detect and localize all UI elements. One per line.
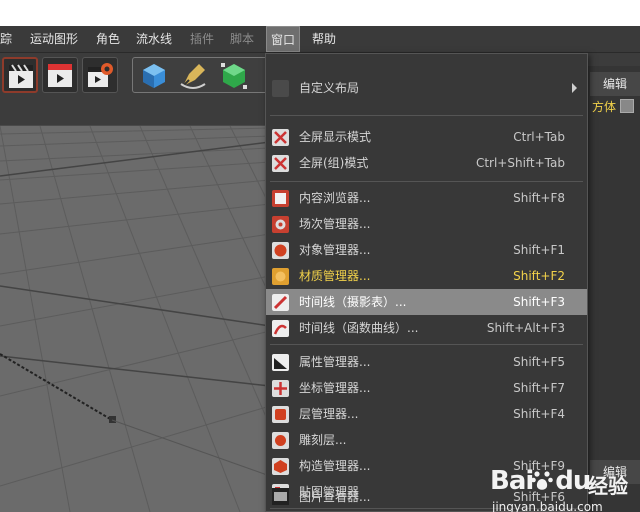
checkbox[interactable] [620, 99, 634, 113]
menu-item-custom-layout[interactable]: 自定义布局 [266, 75, 587, 101]
watermark-url: jingyan.baidu.com [492, 500, 603, 512]
gear-clapboard-icon [88, 63, 113, 87]
clapboard-icon [48, 64, 72, 87]
menu-item-take-manager[interactable]: 场次管理器... [266, 211, 587, 237]
baidu-watermark: Bai du 经验 jingyan.baidu.com [490, 466, 640, 512]
coordinate-manager-icon [272, 380, 289, 397]
picture-viewer-icon [272, 488, 289, 505]
layout-icon [272, 80, 289, 97]
watermark-brand-2: du [555, 466, 591, 496]
menu-item-timeline-fcurve[interactable]: 时间线（函数曲线）... Shift+Alt+F3 [266, 315, 587, 341]
menu-tracking[interactable]: 跟踪 [0, 26, 12, 52]
green-cube-icon[interactable] [219, 61, 249, 91]
tab-edit-top[interactable]: 编辑 [590, 72, 640, 96]
menu-item-coordinate-manager[interactable]: 坐标管理器... Shift+F7 [266, 375, 587, 401]
menu-character[interactable]: 角色 [96, 26, 120, 52]
menu-item-object-manager[interactable]: 对象管理器... Shift+F1 [266, 237, 587, 263]
render-view-button[interactable] [2, 57, 38, 93]
perspective-grid [0, 126, 270, 512]
menu-mograph[interactable]: 运动图形 [30, 26, 78, 52]
menu-item-attribute-manager[interactable]: 属性管理器... Shift+F5 [266, 349, 587, 375]
separator [270, 115, 583, 116]
object-tools-group [132, 57, 268, 93]
attribute-manager-icon [272, 354, 289, 371]
menu-item-fullscreen-group-mode[interactable]: 全屏(组)模式 Ctrl+Shift+Tab [266, 150, 587, 176]
viewport[interactable] [0, 126, 270, 512]
menu-item-content-browser[interactable]: 内容浏览器... Shift+F8 [266, 185, 587, 211]
submenu-arrow-icon [572, 83, 577, 93]
menu-bar: 跟踪 运动图形 角色 流水线 插件 脚本 窗口 帮助 [0, 26, 640, 53]
menu-help[interactable]: 帮助 [312, 26, 336, 52]
menu-item-sculpt-layers[interactable]: 雕刻层... [266, 427, 587, 453]
menu-item-fullscreen-mode[interactable]: 全屏显示模式 Ctrl+Tab [266, 124, 587, 150]
timeline-fcurve-icon [272, 320, 289, 337]
menu-item-material-manager[interactable]: 材质管理器... Shift+F2 [266, 263, 587, 289]
window-menu-dropdown: 自定义布局 全屏显示模式 Ctrl+Tab 全屏(组)模式 Ctrl+Shift… [265, 53, 588, 512]
structure-manager-icon [272, 458, 289, 475]
menu-window[interactable]: 窗口 [266, 26, 301, 52]
separator [270, 181, 583, 182]
menu-item-timeline-dopesheet[interactable]: 时间线（摄影表）... Shift+F3 [266, 289, 587, 315]
material-manager-icon [272, 268, 289, 285]
menu-plugins[interactable]: 插件 [190, 26, 214, 52]
render-to-picture-viewer-button[interactable] [42, 57, 78, 93]
menu-pipeline[interactable]: 流水线 [136, 26, 172, 52]
cube-icon[interactable] [139, 61, 169, 91]
fullscreen-icon [272, 129, 289, 146]
object-manager-icon [272, 242, 289, 259]
watermark-suffix: 经验 [588, 474, 628, 498]
fullscreen-group-icon [272, 155, 289, 172]
app-window: 跟踪 运动图形 角色 流水线 插件 脚本 窗口 帮助 [0, 26, 640, 512]
sculpt-layers-icon [272, 432, 289, 449]
attributes-panel [588, 66, 640, 512]
separator [270, 344, 583, 345]
object-label: 方体 [592, 100, 617, 114]
layer-manager-icon [272, 406, 289, 423]
clapboard-icon [9, 64, 33, 88]
take-manager-icon [272, 216, 289, 233]
render-settings-button[interactable] [82, 57, 118, 93]
content-browser-icon [272, 190, 289, 207]
paw-icon [531, 471, 553, 490]
pen-icon[interactable] [177, 60, 209, 92]
menu-script[interactable]: 脚本 [230, 26, 254, 52]
watermark-brand: Bai [490, 466, 534, 496]
timeline-dopesheet-icon [272, 294, 289, 311]
menu-item-layer-manager[interactable]: 层管理器... Shift+F4 [266, 401, 587, 427]
